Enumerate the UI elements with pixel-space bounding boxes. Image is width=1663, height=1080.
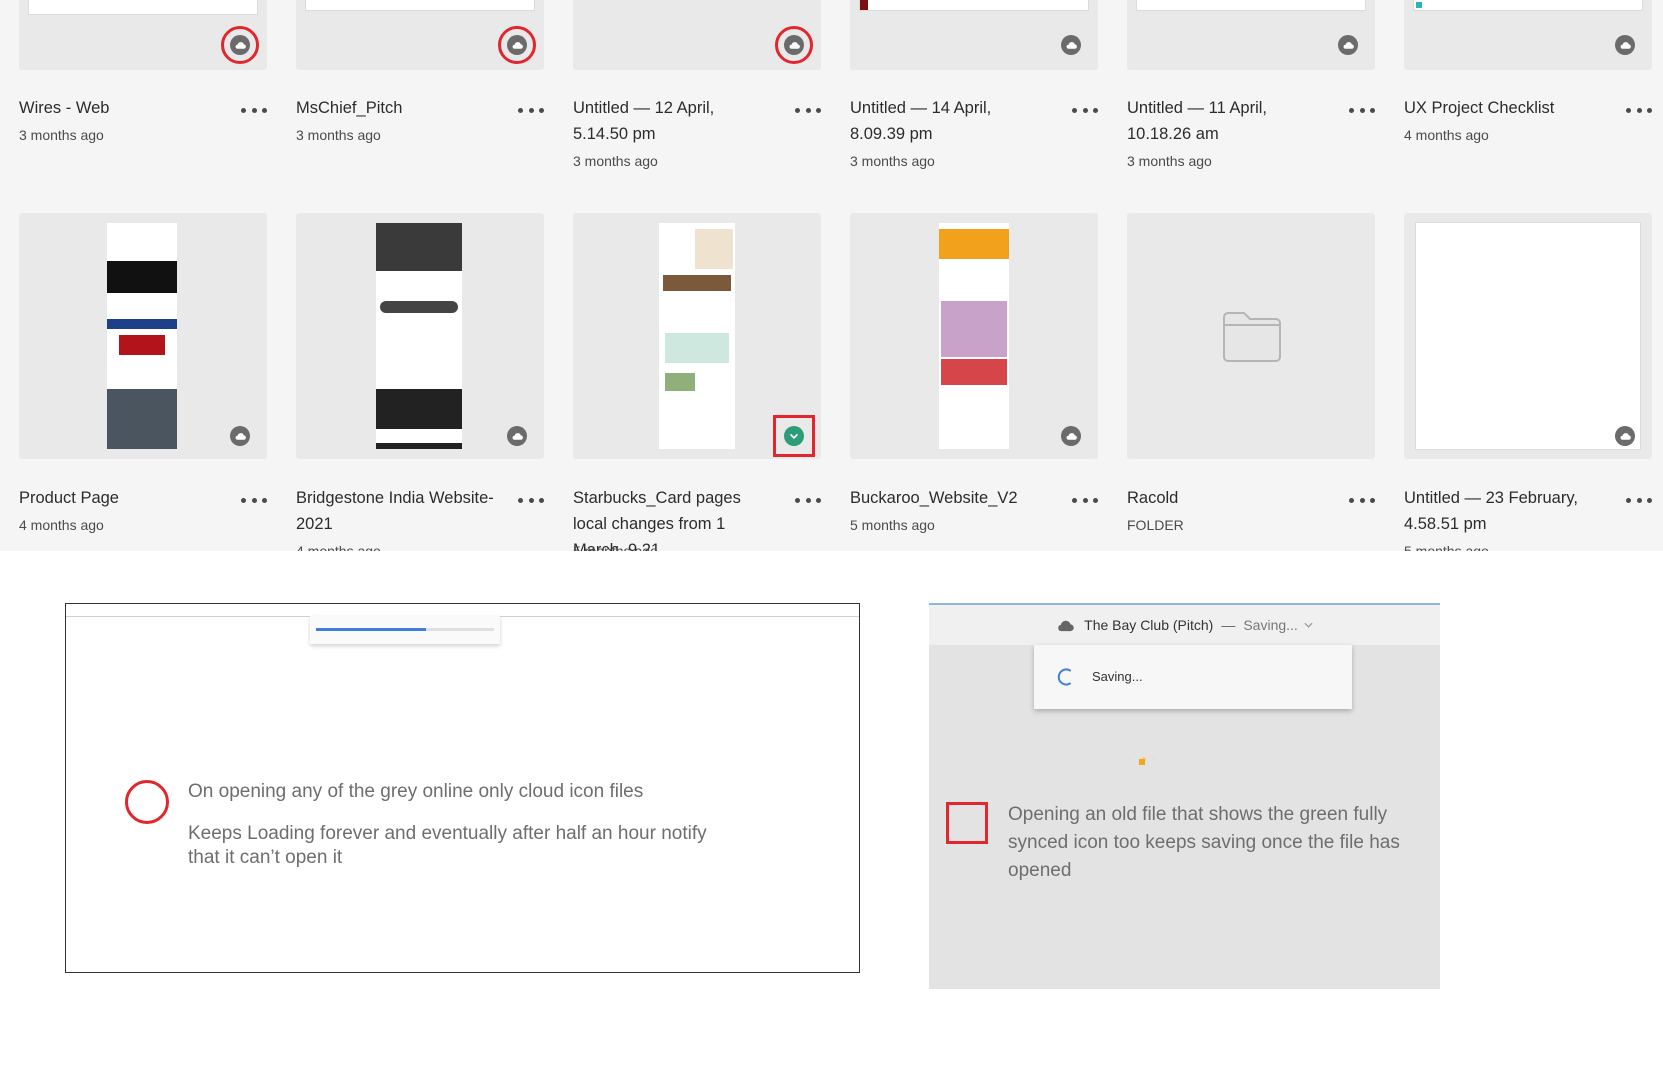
document-title: The Bay Club (Pitch) (1084, 617, 1214, 633)
cloud-icon (507, 426, 527, 446)
note-title: On opening any of the grey online only c… (188, 781, 644, 802)
file-name[interactable]: Untitled — 23 February, 4.58.51 pm (1404, 485, 1604, 537)
doc-preview (306, 0, 534, 10)
more-options-button[interactable] (1349, 103, 1375, 117)
file-thumbnail[interactable] (1404, 0, 1652, 70)
cloud-icon (1061, 35, 1081, 55)
file-modified: 3 months ago (850, 153, 935, 169)
header-saving-status: Saving... (1243, 617, 1298, 633)
file-modified: 5 months ago (573, 543, 658, 551)
file-name[interactable]: Buckaroo_Website_V2 (850, 485, 1050, 511)
more-options-button[interactable] (518, 103, 544, 117)
file-name[interactable]: Bridgestone India Website-2021 (296, 485, 496, 537)
annotation-circle (125, 780, 169, 824)
annotation-square (946, 802, 988, 844)
more-options-button[interactable] (518, 493, 544, 507)
loading-screenshot-panel: On opening any of the grey online only c… (65, 603, 860, 973)
cloud-icon (1615, 35, 1635, 55)
annotation-square (773, 415, 815, 457)
cloud-icon (1615, 426, 1635, 446)
doc-preview (939, 223, 1009, 449)
chevron-down-icon[interactable] (1304, 622, 1313, 628)
cloud-icon (230, 426, 250, 446)
file-thumbnail[interactable] (1127, 0, 1375, 70)
file-thumbnail[interactable] (850, 0, 1098, 70)
more-options-button[interactable] (241, 493, 267, 507)
file-name[interactable]: Wires - Web (19, 95, 219, 121)
note-text: Opening an old file that shows the green… (1008, 804, 1400, 881)
folder-icon (1223, 312, 1281, 362)
saving-screenshot-panel: The Bay Club (Pitch) — Saving... Saving.… (929, 603, 1440, 989)
loading-progress-popup (310, 616, 500, 644)
note-body: Keeps Loading forever and eventually aft… (188, 823, 707, 868)
file-modified: 3 months ago (19, 127, 104, 143)
doc-preview (659, 223, 735, 449)
progress-bar-fill (316, 628, 427, 631)
cloud-icon (1061, 426, 1081, 446)
file-name[interactable]: Starbucks_Card pages local changes from … (573, 485, 773, 551)
file-modified: 5 months ago (850, 517, 935, 533)
file-modified: 3 months ago (296, 127, 381, 143)
spinner-icon (1057, 668, 1071, 686)
file-name[interactable]: Untitled — 14 April, 8.09.39 pm (850, 95, 1050, 147)
doc-preview (1416, 223, 1640, 449)
more-options-button[interactable] (1626, 103, 1652, 117)
more-options-button[interactable] (795, 103, 821, 117)
file-thumbnail[interactable] (296, 213, 544, 459)
more-options-button[interactable] (1626, 493, 1652, 507)
doc-preview (107, 223, 177, 449)
file-name[interactable]: Untitled — 12 April, 5.14.50 pm (573, 95, 773, 147)
file-modified: 4 months ago (296, 543, 381, 551)
file-name[interactable]: MsChief_Pitch (296, 95, 496, 121)
more-options-button[interactable] (795, 493, 821, 507)
more-options-button[interactable] (1349, 493, 1375, 507)
file-name[interactable]: Product Page (19, 485, 219, 511)
file-name[interactable]: UX Project Checklist (1404, 95, 1604, 121)
more-options-button[interactable] (1072, 103, 1098, 117)
folder-thumbnail[interactable] (1127, 213, 1375, 459)
annotation-circle (775, 26, 813, 64)
more-options-button[interactable] (241, 103, 267, 117)
more-options-button[interactable] (1072, 493, 1098, 507)
title-separator: — (1221, 617, 1236, 633)
document-title-bar[interactable]: The Bay Club (Pitch) — Saving... (929, 603, 1440, 645)
file-modified: 4 months ago (1404, 127, 1489, 143)
loading-dot (1152, 758, 1155, 761)
file-thumbnail[interactable] (850, 213, 1098, 459)
doc-preview (29, 0, 257, 14)
file-name[interactable]: Untitled — 11 April, 10.18.26 am (1127, 95, 1327, 147)
doc-preview (860, 0, 1088, 10)
annotation-circle (221, 26, 259, 64)
file-modified: 5 months ago (1404, 543, 1489, 551)
folder-name[interactable]: Racold (1127, 485, 1327, 511)
file-thumbnail[interactable] (1404, 213, 1652, 459)
file-thumbnail[interactable] (19, 213, 267, 459)
saving-dialog-text: Saving... (1092, 669, 1143, 684)
file-modified: 3 months ago (573, 153, 658, 169)
annotation-circle (498, 26, 536, 64)
loading-dot (1127, 758, 1130, 761)
folder-label: FOLDER (1127, 517, 1184, 533)
doc-preview (1137, 0, 1365, 10)
cloud-icon (1338, 35, 1358, 55)
progress-track (316, 628, 494, 631)
doc-preview (1414, 0, 1642, 10)
cloud-icon (1058, 620, 1074, 631)
loading-dot (1139, 759, 1145, 765)
file-modified: 4 months ago (19, 517, 104, 533)
file-modified: 3 months ago (1127, 153, 1212, 169)
doc-preview (376, 223, 462, 449)
file-grid: Wires - Web 3 months ago MsChief_Pitch 3… (0, 0, 1663, 551)
saving-dialog: Saving... (1034, 645, 1352, 709)
